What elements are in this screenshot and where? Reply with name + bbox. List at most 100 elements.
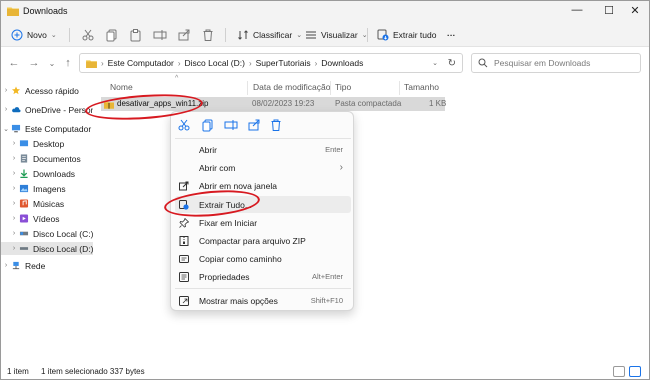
sort-label: Classificar <box>253 30 293 40</box>
menu-item-open[interactable]: Abrir Enter <box>175 141 351 158</box>
paste-icon[interactable] <box>129 28 143 42</box>
rename-icon[interactable] <box>153 28 167 42</box>
nav-item-documents[interactable]: › Documentos <box>1 152 93 165</box>
close-button[interactable]: ✕ <box>619 1 650 19</box>
menu-item-compress-zip[interactable]: Compactar para arquivo ZIP <box>175 232 351 249</box>
copy-icon[interactable] <box>105 28 119 42</box>
menu-item-show-more[interactable]: Mostrar mais opções Shift+F10 <box>175 292 351 309</box>
chevron-right-icon[interactable]: › <box>9 245 19 252</box>
extract-all-button[interactable]: Extrair tudo <box>377 27 436 43</box>
title-bar: Downloads — ☐ ✕ <box>1 1 649 23</box>
chevron-right-icon[interactable]: › <box>9 185 19 192</box>
blank-icon <box>179 163 189 173</box>
chevron-right-icon[interactable]: › <box>1 262 11 269</box>
breadcrumb-separator: › <box>101 58 104 68</box>
address-bar[interactable]: › Este Computador › Disco Local (D:) › S… <box>79 53 463 73</box>
status-item-count: 1 item <box>7 367 29 376</box>
column-header-type[interactable]: Tipo <box>335 82 351 94</box>
divider <box>367 28 368 42</box>
column-divider[interactable] <box>247 81 248 95</box>
refresh-icon[interactable]: ↻ <box>448 58 456 69</box>
menu-item-open-with[interactable]: Abrir com › <box>175 159 351 176</box>
chevron-down-icon[interactable]: ⌄ <box>432 59 438 67</box>
chevron-down-icon[interactable]: ⌄ <box>1 125 11 133</box>
nav-item-drive-d[interactable]: › Disco Local (D:) <box>1 242 93 255</box>
share-icon[interactable] <box>177 28 191 42</box>
menu-item-shortcut: Shift+F10 <box>310 296 343 305</box>
arrow-left-icon: ← <box>8 57 20 69</box>
breadcrumb-item[interactable]: Disco Local (D:) <box>185 58 245 68</box>
breadcrumb-item[interactable]: Downloads <box>321 58 363 68</box>
minimize-button[interactable]: — <box>561 1 593 19</box>
recent-button[interactable]: ⌄ <box>45 56 59 70</box>
column-divider[interactable] <box>399 81 400 95</box>
nav-item-this-pc[interactable]: ⌄ Este Computador <box>1 122 93 135</box>
breadcrumb-item[interactable]: SuperTutoriais <box>256 58 311 68</box>
breadcrumb-item[interactable]: Este Computador <box>108 58 174 68</box>
rename-icon[interactable] <box>224 118 238 132</box>
copy-path-icon <box>179 254 189 263</box>
share-icon[interactable] <box>247 118 261 132</box>
sort-button[interactable]: Classificar ⌄ <box>237 27 302 43</box>
column-header-size[interactable]: Tamanho <box>404 82 439 94</box>
nav-item-label: Músicas <box>33 198 65 209</box>
nav-item-videos[interactable]: › Vídeos <box>1 212 93 225</box>
nav-item-desktop[interactable]: › Desktop <box>1 137 93 150</box>
chevron-right-icon[interactable]: › <box>9 200 19 207</box>
chevron-right-icon[interactable]: › <box>9 215 19 222</box>
breadcrumb-separator: › <box>314 58 318 68</box>
details-view-button[interactable] <box>613 366 625 377</box>
search-input[interactable]: Pesquisar em Downloads <box>471 53 641 73</box>
menu-item-copy-path[interactable]: Copiar como caminho <box>175 250 351 267</box>
nav-item-downloads[interactable]: › Downloads <box>1 167 93 180</box>
column-divider[interactable] <box>330 81 331 95</box>
star-icon <box>11 86 21 95</box>
tiles-view-button[interactable] <box>629 366 641 377</box>
chevron-right-icon[interactable]: › <box>9 140 19 147</box>
nav-item-network[interactable]: › Rede <box>1 259 93 272</box>
trash-icon[interactable] <box>201 28 215 42</box>
column-header-date[interactable]: Data de modificação <box>253 82 331 94</box>
chevron-right-icon[interactable]: › <box>9 230 19 237</box>
back-button[interactable]: ← <box>7 56 21 70</box>
breadcrumb-separator: › <box>177 58 181 68</box>
chevron-right-icon[interactable]: › <box>9 155 19 162</box>
copy-icon[interactable] <box>201 118 215 132</box>
folder-icon <box>7 7 19 16</box>
cut-icon[interactable] <box>177 118 191 132</box>
menu-item-properties[interactable]: Propriedades Alt+Enter <box>175 268 351 285</box>
zip-icon <box>179 235 189 246</box>
chevron-down-icon: ⌄ <box>48 58 56 68</box>
nav-item-onedrive[interactable]: › OneDrive - Personal <box>1 103 93 116</box>
more-options-button[interactable]: ··· <box>447 27 456 43</box>
trash-icon[interactable] <box>269 118 283 132</box>
open-new-window-icon <box>179 181 189 190</box>
cut-icon[interactable] <box>81 28 95 42</box>
more-options-icon <box>179 295 189 306</box>
sort-arrow-icon: ^ <box>175 75 179 82</box>
nav-item-label: Este Computador <box>25 123 92 134</box>
menu-item-label: Propriedades <box>199 271 250 282</box>
nav-item-label: Imagens <box>33 183 66 194</box>
column-header-name[interactable]: Nome <box>110 82 133 94</box>
status-selection: 1 item selecionado 337 bytes <box>41 367 145 376</box>
nav-item-pictures[interactable]: › Imagens <box>1 182 93 195</box>
status-bar: 1 item 1 item selecionado 337 bytes <box>1 365 649 379</box>
nav-item-label: Rede <box>25 260 46 271</box>
file-type: Pasta compactada <box>335 99 402 108</box>
nav-item-drive-c[interactable]: › Disco Local (C:) <box>1 227 93 240</box>
menu-item-label: Abrir com <box>199 162 236 173</box>
view-button[interactable]: Visualizar ⌄ <box>305 27 368 43</box>
desktop-icon <box>19 140 29 147</box>
menu-divider <box>175 288 351 289</box>
chevron-right-icon[interactable]: › <box>9 170 19 177</box>
nav-item-quick-access[interactable]: › Acesso rápido <box>1 84 93 97</box>
up-button[interactable]: ↑ <box>61 56 75 70</box>
nav-item-music[interactable]: › Músicas <box>1 197 93 210</box>
chevron-right-icon[interactable]: › <box>1 87 11 94</box>
chevron-right-icon[interactable]: › <box>1 106 11 113</box>
file-date: 08/02/2023 19:23 <box>252 99 315 108</box>
forward-button[interactable]: → <box>27 56 41 70</box>
nav-item-label: Desktop <box>33 138 65 149</box>
new-button[interactable]: Novo ⌄ <box>11 27 57 43</box>
